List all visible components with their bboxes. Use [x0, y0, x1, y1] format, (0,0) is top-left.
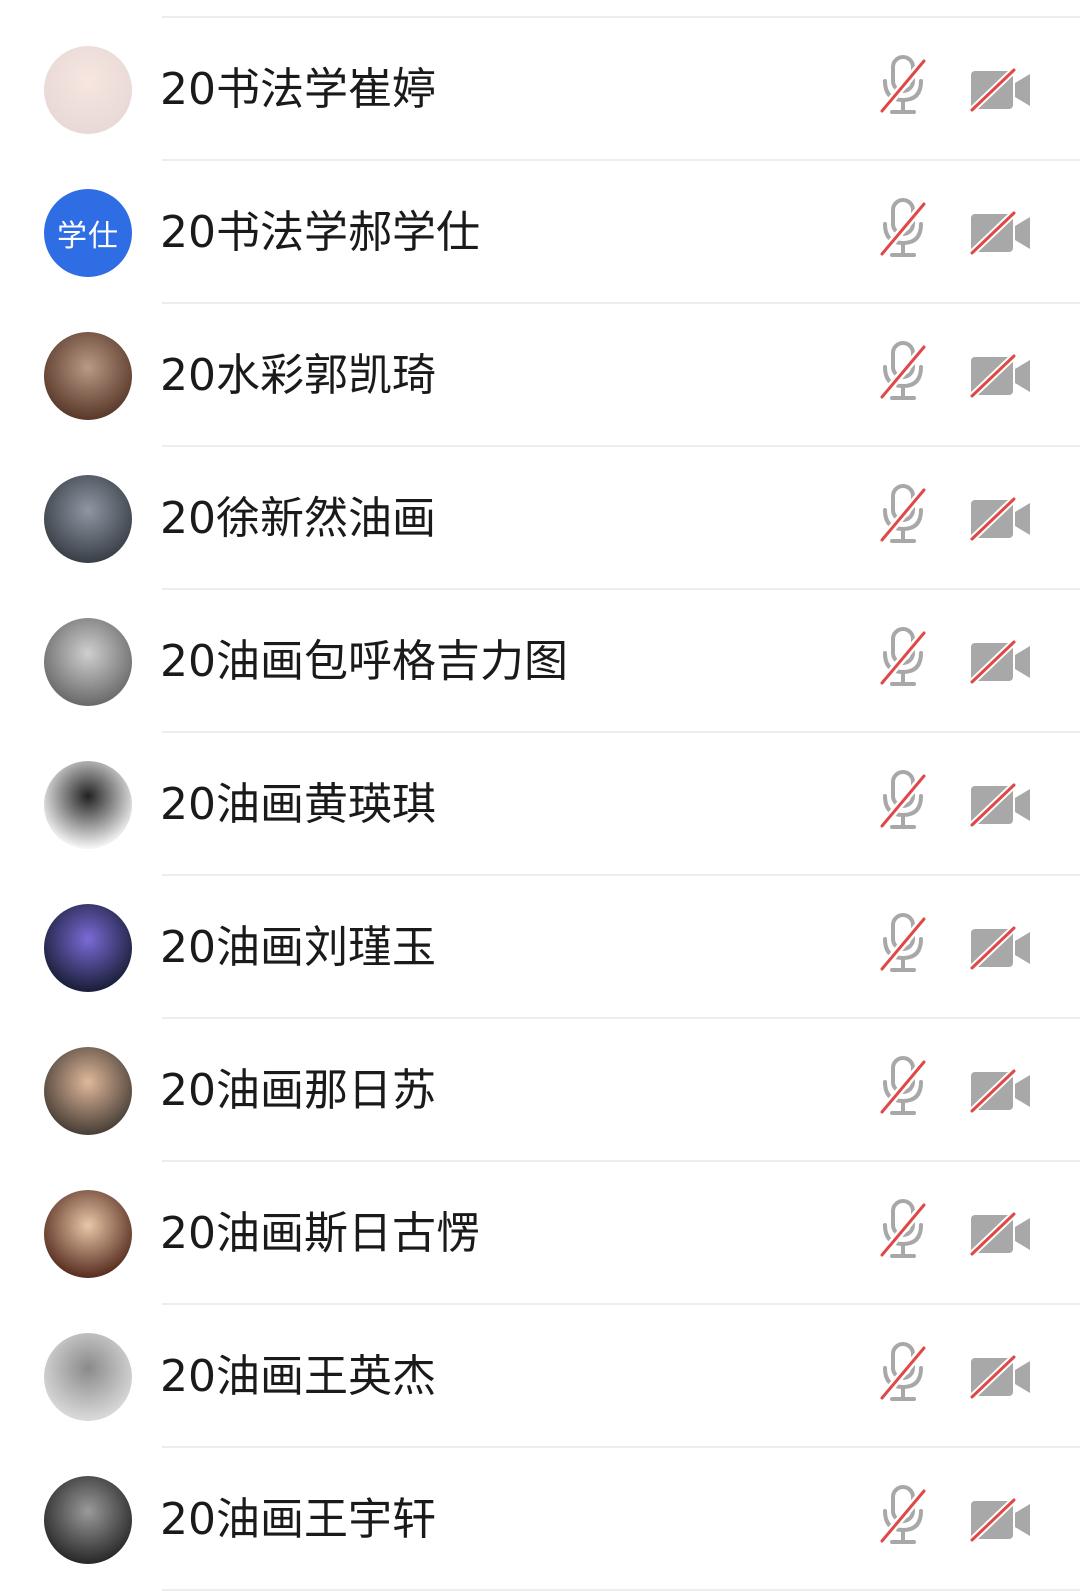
camera-off-icon [968, 638, 1030, 686]
avatar [44, 618, 132, 706]
camera-off-button[interactable] [968, 209, 1034, 257]
avatar [44, 1047, 132, 1135]
participant-name: 20书法学郝学仕 [160, 207, 480, 258]
camera-off-button[interactable] [968, 352, 1034, 400]
mic-muted-button[interactable] [876, 197, 930, 261]
participant-row[interactable]: 20油画斯日古愣 [0, 1162, 1080, 1305]
mic-muted-icon [878, 1485, 928, 1545]
camera-off-icon [968, 66, 1030, 114]
participant-name: 20油画包呼格吉力图 [160, 636, 568, 687]
avatar [44, 1190, 132, 1278]
mic-muted-icon [878, 55, 928, 115]
camera-off-icon [968, 924, 1030, 972]
mic-muted-button[interactable] [876, 769, 930, 833]
avatar-initials: 学仕 [57, 219, 119, 254]
camera-off-icon [968, 1067, 1030, 1115]
participant-row[interactable]: 20水彩郭凯琦 [0, 304, 1080, 447]
mic-muted-icon [878, 1199, 928, 1259]
mic-muted-icon [878, 770, 928, 830]
participant-row[interactable]: 20书法学崔婷 [0, 18, 1080, 161]
camera-off-icon [968, 1210, 1030, 1258]
mic-muted-button[interactable] [876, 1055, 930, 1119]
participant-name: 20水彩郭凯琦 [160, 350, 436, 401]
participant-row[interactable]: 20徐新然油画 [0, 447, 1080, 590]
mic-muted-icon [878, 198, 928, 258]
participant-row[interactable]: 20油画王英杰 [0, 1305, 1080, 1448]
avatar [44, 1333, 132, 1421]
camera-off-button[interactable] [968, 1496, 1034, 1544]
mic-muted-icon [878, 913, 928, 973]
camera-off-button[interactable] [968, 1067, 1034, 1115]
mic-muted-button[interactable] [876, 340, 930, 404]
participant-name: 20徐新然油画 [160, 493, 436, 544]
participant-name: 20油画刘瑾玉 [160, 922, 436, 973]
mic-muted-icon [878, 484, 928, 544]
participant-name: 20油画王英杰 [160, 1351, 436, 1402]
mic-muted-icon [878, 1342, 928, 1402]
camera-off-button[interactable] [968, 1353, 1034, 1401]
camera-off-button[interactable] [968, 1210, 1034, 1258]
avatar [44, 904, 132, 992]
avatar [44, 46, 132, 134]
mic-muted-button[interactable] [876, 1341, 930, 1405]
camera-off-icon [968, 1496, 1030, 1544]
participant-row[interactable]: 20油画刘瑾玉 [0, 876, 1080, 1019]
participant-row[interactable]: 20油画王宇轩 [0, 1448, 1080, 1591]
participant-name: 20油画王宇轩 [160, 1494, 436, 1545]
camera-off-button[interactable] [968, 924, 1034, 972]
mic-muted-icon [878, 1056, 928, 1116]
mic-muted-button[interactable] [876, 54, 930, 118]
mic-muted-button[interactable] [876, 1198, 930, 1262]
avatar [44, 1476, 132, 1564]
mic-muted-button[interactable] [876, 1484, 930, 1548]
participant-row[interactable]: 20油画包呼格吉力图 [0, 590, 1080, 733]
participant-row[interactable]: 学仕 20书法学郝学仕 [0, 161, 1080, 304]
mic-muted-button[interactable] [876, 626, 930, 690]
camera-off-button[interactable] [968, 638, 1034, 686]
mic-muted-icon [878, 627, 928, 687]
camera-off-icon [968, 495, 1030, 543]
participant-name: 20油画黄瑛琪 [160, 779, 436, 830]
camera-off-button[interactable] [968, 781, 1034, 829]
avatar: 学仕 [44, 189, 132, 277]
camera-off-button[interactable] [968, 66, 1034, 114]
camera-off-icon [968, 209, 1030, 257]
camera-off-icon [968, 1353, 1030, 1401]
mic-muted-button[interactable] [876, 483, 930, 547]
participant-name: 20书法学崔婷 [160, 64, 436, 115]
participant-name: 20油画斯日古愣 [160, 1208, 480, 1259]
participant-row[interactable]: 20油画黄瑛琪 [0, 733, 1080, 876]
participant-row[interactable]: 20油画那日苏 [0, 1019, 1080, 1162]
mic-muted-icon [878, 341, 928, 401]
camera-off-icon [968, 352, 1030, 400]
participant-name: 20油画那日苏 [160, 1065, 436, 1116]
avatar [44, 332, 132, 420]
camera-off-icon [968, 781, 1030, 829]
avatar [44, 761, 132, 849]
mic-muted-button[interactable] [876, 912, 930, 976]
camera-off-button[interactable] [968, 495, 1034, 543]
avatar [44, 475, 132, 563]
